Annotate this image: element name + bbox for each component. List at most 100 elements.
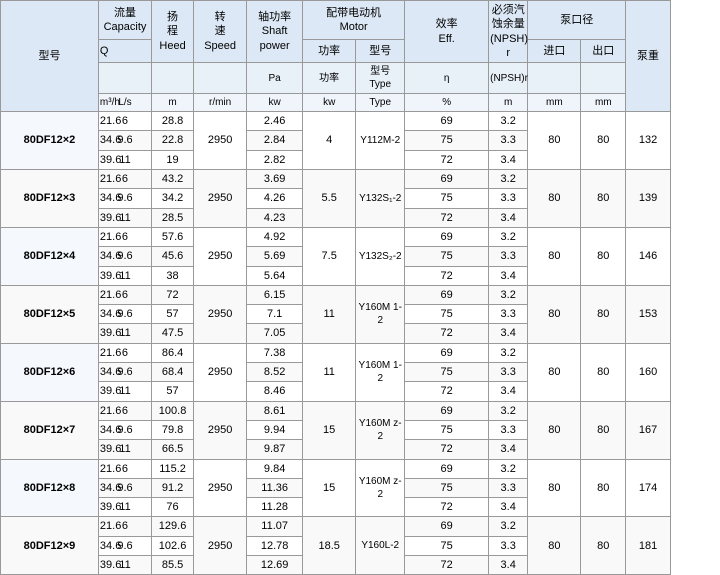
table-row: 80DF12×221.6628.829502.464Y112M-2693.280…	[1, 112, 720, 131]
motor-kw: 4	[303, 112, 356, 170]
header-row-1: 型号 流量Capacity 扬程Heed 转速Speed 轴功率Shaftpow…	[1, 1, 720, 40]
outlet: 80	[581, 401, 626, 459]
model-cell: 80DF12×5	[1, 285, 99, 343]
eff: 69	[405, 285, 489, 304]
npsh: 3.4	[489, 498, 528, 517]
outlet: 80	[581, 285, 626, 343]
weight: 160	[626, 343, 671, 401]
eff: 72	[405, 382, 489, 401]
col-eff: 效率Eff.	[405, 1, 489, 63]
inlet: 80	[528, 401, 581, 459]
table-row: 80DF12×621.6686.429507.3811Y160M 1-2693.…	[1, 343, 720, 362]
unit-npsh: m	[489, 94, 528, 112]
npsh: 3.2	[489, 401, 528, 420]
eff: 75	[405, 189, 489, 208]
h: 79.8	[152, 420, 194, 439]
pa: 7.05	[247, 324, 303, 343]
eff: 72	[405, 324, 489, 343]
h: 86.4	[152, 343, 194, 362]
col-outlet: 出口	[581, 40, 626, 63]
weight: 146	[626, 227, 671, 285]
motor-type: Y132S₂-2	[356, 227, 405, 285]
pa: 11.28	[247, 498, 303, 517]
eff: 69	[405, 459, 489, 478]
table-row: 80DF12×721.66100.829508.6115Y160M z-2693…	[1, 401, 720, 420]
h: 76	[152, 498, 194, 517]
motor-type: Y160M z-2	[356, 459, 405, 517]
header-row-2: Q 功率 型号 进口 出口	[1, 40, 720, 63]
col-capacity: 流量Capacity	[98, 1, 151, 40]
sym-outlet	[581, 63, 626, 94]
table-row: 80DF12×521.667229506.1511Y160M 1-2693.28…	[1, 285, 720, 304]
outlet: 80	[581, 459, 626, 517]
inlet: 80	[528, 343, 581, 401]
pa: 4.26	[247, 189, 303, 208]
eff: 69	[405, 517, 489, 536]
header-row-3: Pa 功率 型号Type η (NPSH)r	[1, 63, 720, 94]
inlet: 80	[528, 170, 581, 228]
model-cell: 80DF12×3	[1, 170, 99, 228]
h: 72	[152, 285, 194, 304]
weight: 181	[626, 517, 671, 575]
table-row: 80DF12×821.66115.229509.8415Y160M z-2693…	[1, 459, 720, 478]
h: 45.6	[152, 247, 194, 266]
speed: 2950	[194, 401, 247, 459]
sym-inlet	[528, 63, 581, 94]
eff: 75	[405, 420, 489, 439]
h: 34.2	[152, 189, 194, 208]
unit-n: r/min	[194, 94, 247, 112]
h: 85.5	[152, 556, 194, 575]
pa: 12.78	[247, 536, 303, 555]
col-head: 扬程Heed	[152, 1, 194, 63]
unit-eta: %	[405, 94, 489, 112]
table-row: 80DF12×321.6643.229503.695.5Y132S₁-2693.…	[1, 170, 720, 189]
pa: 9.87	[247, 440, 303, 459]
unit-motor-type: Type	[356, 94, 405, 112]
col-npsh: 必须汽蚀余量(NPSH)r	[489, 1, 528, 63]
col-motor-kw: 功率	[303, 40, 356, 63]
unit-pa: kw	[247, 94, 303, 112]
motor-kw: 11	[303, 285, 356, 343]
eff: 69	[405, 170, 489, 189]
npsh: 3.3	[489, 420, 528, 439]
unit-inlet: mm	[528, 94, 581, 112]
weight: 132	[626, 112, 671, 170]
sym-q-ls	[98, 63, 151, 94]
npsh: 3.4	[489, 324, 528, 343]
h: 68.4	[152, 363, 194, 382]
pa: 2.46	[247, 112, 303, 131]
pa: 2.84	[247, 131, 303, 150]
npsh: 3.2	[489, 112, 528, 131]
npsh: 3.4	[489, 382, 528, 401]
sym-npsh: (NPSH)r	[489, 63, 528, 94]
motor-type: Y160L-2	[356, 517, 405, 575]
sym-motor-kw: 功率	[303, 63, 356, 94]
eff: 72	[405, 208, 489, 227]
pa: 4.92	[247, 227, 303, 246]
npsh: 3.3	[489, 189, 528, 208]
motor-type: Y160M 1-2	[356, 285, 405, 343]
pa: 7.38	[247, 343, 303, 362]
model-cell: 80DF12×7	[1, 401, 99, 459]
eff: 72	[405, 498, 489, 517]
table-row: 80DF12×421.6657.629504.927.5Y132S₂-2693.…	[1, 227, 720, 246]
table-row: 80DF12×921.66129.6295011.0718.5Y160L-269…	[1, 517, 720, 536]
pa: 2.82	[247, 150, 303, 169]
outlet: 80	[581, 517, 626, 575]
motor-kw: 18.5	[303, 517, 356, 575]
speed: 2950	[194, 170, 247, 228]
eff: 69	[405, 401, 489, 420]
eff: 75	[405, 247, 489, 266]
npsh: 3.4	[489, 208, 528, 227]
outlet: 80	[581, 112, 626, 170]
npsh: 3.2	[489, 170, 528, 189]
pa: 8.52	[247, 363, 303, 382]
pa: 4.23	[247, 208, 303, 227]
motor-kw: 7.5	[303, 227, 356, 285]
eff: 72	[405, 440, 489, 459]
motor-type: Y160M 1-2	[356, 343, 405, 401]
speed: 2950	[194, 112, 247, 170]
eff: 69	[405, 112, 489, 131]
header-row-4: m³/h L/s m r/min kw kw Type % m mm mm	[1, 94, 720, 112]
motor-kw: 15	[303, 401, 356, 459]
